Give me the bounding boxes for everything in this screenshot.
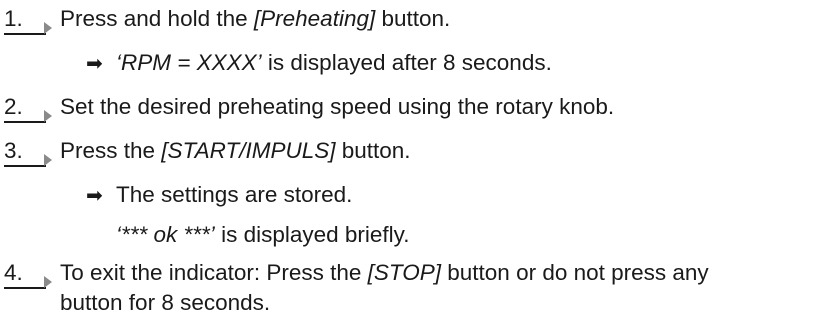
right-arrow-icon: ➡ bbox=[86, 184, 103, 207]
step-marker-icon bbox=[0, 90, 54, 124]
result-text: ‘RPM = XXXX’ is displayed after 8 second… bbox=[116, 50, 552, 75]
result-text: The settings are stored. bbox=[116, 182, 353, 207]
step-text: Set the desired preheating speed using t… bbox=[60, 94, 615, 119]
step-marker-icon bbox=[0, 134, 54, 168]
step-marker-icon bbox=[0, 256, 54, 290]
button-name: [STOP] bbox=[367, 260, 442, 285]
button-name: [START/IMPULS] bbox=[161, 138, 336, 163]
right-arrow-icon: ➡ bbox=[86, 52, 103, 75]
step-text: Press the [START/IMPULS] button. bbox=[60, 138, 411, 163]
step-marker-icon bbox=[0, 2, 54, 36]
step-text: To exit the indicator: Press the [STOP] … bbox=[60, 260, 709, 285]
button-name: [Preheating] bbox=[253, 6, 376, 31]
display-message: ‘RPM = XXXX’ bbox=[116, 50, 262, 75]
step-text: Press and hold the [Preheating] button. bbox=[60, 6, 451, 31]
display-message: ‘*** ok ***’ bbox=[116, 222, 215, 247]
note-text: ‘*** ok ***’ is displayed briefly. bbox=[116, 222, 410, 247]
instruction-list: 1. Press and hold the [Preheating] butto… bbox=[0, 0, 836, 322]
step-text-line2: button for 8 seconds. bbox=[60, 290, 271, 315]
